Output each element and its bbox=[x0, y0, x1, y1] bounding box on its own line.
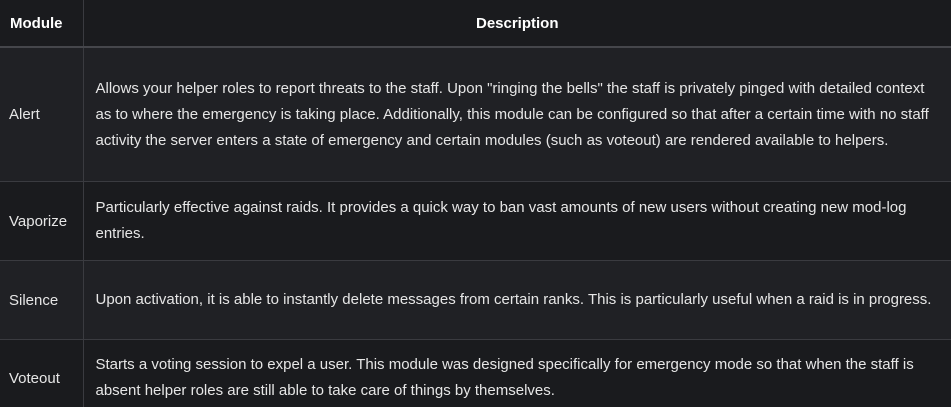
module-name-cell: Silence bbox=[0, 260, 84, 340]
table-row: Silence Upon activation, it is able to i… bbox=[0, 260, 951, 340]
module-name-cell: Alert bbox=[0, 47, 84, 182]
module-description-cell: Particularly effective against raids. It… bbox=[83, 181, 951, 261]
modules-table: Module Description Alert Allows your hel… bbox=[0, 0, 951, 407]
table-body: Alert Allows your helper roles to report… bbox=[0, 47, 951, 407]
module-description-cell: Upon activation, it is able to instantly… bbox=[83, 260, 951, 340]
header-row: Module Description bbox=[0, 0, 951, 48]
table-row: Vaporize Particularly effective against … bbox=[0, 181, 951, 261]
module-description-cell: Starts a voting session to expel a user.… bbox=[83, 339, 951, 407]
table-header: Module Description bbox=[0, 0, 951, 48]
table-row: Voteout Starts a voting session to expel… bbox=[0, 339, 951, 407]
module-description-cell: Allows your helper roles to report threa… bbox=[83, 47, 951, 182]
module-name-cell: Vaporize bbox=[0, 181, 84, 261]
column-header-description: Description bbox=[83, 0, 951, 48]
module-name-cell: Voteout bbox=[0, 339, 84, 407]
column-header-module: Module bbox=[0, 0, 84, 48]
table-row: Alert Allows your helper roles to report… bbox=[0, 47, 951, 182]
